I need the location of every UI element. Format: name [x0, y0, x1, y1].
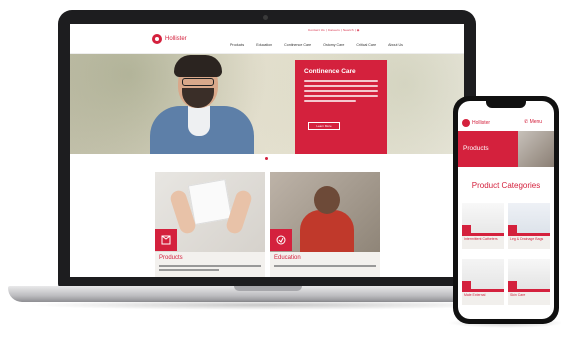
product-icon — [155, 229, 177, 251]
banner-image — [518, 131, 554, 167]
camera — [263, 15, 268, 20]
phone: Hollister ✆ Menu Products Product Catego… — [453, 96, 559, 324]
laptop-shadow — [26, 300, 510, 310]
nav-item[interactable]: Continence Care — [284, 43, 311, 47]
phone-shadow — [448, 318, 561, 328]
brand-name: Hollister — [165, 36, 187, 42]
utility-links[interactable]: Contact Us | Careers | Search | ◉ — [308, 28, 360, 32]
laptop: Hollister Contact Us | Careers | Search … — [58, 10, 476, 288]
categories-title: Product Categories — [471, 181, 541, 190]
site-header: Hollister Contact Us | Careers | Search … — [70, 24, 464, 54]
products-card[interactable]: Products — [155, 172, 265, 277]
category-tile[interactable]: Intermittent Catheters — [462, 203, 504, 249]
hero-photo-glasses — [182, 78, 214, 86]
hero-photo-shirt — [188, 106, 210, 136]
learn-more-button[interactable]: Learn More — [308, 122, 340, 130]
education-card[interactable]: Education — [270, 172, 380, 277]
tile-label: Intermittent Catheters — [464, 237, 498, 241]
tile-label: Leg & Drainage Bags — [510, 237, 544, 241]
tile-label: Male External — [464, 293, 486, 297]
category-tile[interactable]: Male External — [462, 259, 504, 305]
nav-item[interactable]: Products — [230, 43, 244, 47]
card-title: Products — [159, 255, 183, 261]
hero-text-line — [304, 85, 378, 87]
hero-text-line — [304, 80, 378, 82]
person-head — [314, 186, 340, 214]
tile-label: Skin Care — [510, 293, 526, 297]
logo-icon[interactable] — [462, 119, 470, 127]
hero-text-line — [304, 90, 378, 92]
nav-item[interactable]: Ostomy Care — [323, 43, 344, 47]
product-packet — [187, 179, 233, 225]
banner-title: Products — [463, 145, 489, 152]
tile-bar — [508, 289, 550, 292]
card-text-line — [274, 265, 376, 267]
brand-name: Hollister — [472, 120, 491, 126]
hero-banner: Continence Care Learn More — [70, 54, 464, 154]
hero-background — [70, 54, 464, 154]
menu-icon[interactable]: ✆ Menu — [524, 119, 542, 125]
product-showcase: Hollister Contact Us | Careers | Search … — [0, 0, 561, 343]
nav-item[interactable]: Critical Care — [356, 43, 376, 47]
card-title: Education — [274, 255, 301, 261]
hero-card: Continence Care Learn More — [295, 60, 387, 154]
phone-notch — [486, 101, 526, 108]
tile-bar — [508, 233, 550, 236]
person-body — [300, 210, 354, 252]
hero-text-line — [304, 95, 378, 97]
hero-photo-hair — [174, 55, 222, 77]
category-tile[interactable]: Leg & Drainage Bags — [508, 203, 550, 249]
logo-icon — [152, 34, 162, 44]
nav-item[interactable]: Education — [256, 43, 272, 47]
tile-bar — [462, 233, 504, 236]
phone-banner: Products — [458, 131, 554, 167]
carousel-dot[interactable] — [265, 157, 268, 160]
education-icon — [270, 229, 292, 251]
phone-screen: Hollister ✆ Menu Products Product Catego… — [458, 101, 554, 319]
hero-text-line — [304, 100, 356, 102]
hero-title: Continence Care — [304, 68, 356, 75]
card-text-line — [159, 265, 261, 267]
nav-item[interactable]: About Us — [388, 43, 403, 47]
tile-bar — [462, 289, 504, 292]
laptop-notch — [234, 286, 302, 291]
phone-header: Hollister ✆ Menu — [458, 111, 554, 131]
brand-logo[interactable]: Hollister — [152, 34, 187, 44]
laptop-screen: Hollister Contact Us | Careers | Search … — [70, 24, 464, 277]
main-nav: Products Education Continence Care Ostom… — [230, 43, 403, 47]
category-tile[interactable]: Skin Care — [508, 259, 550, 305]
card-text-line — [159, 269, 219, 271]
